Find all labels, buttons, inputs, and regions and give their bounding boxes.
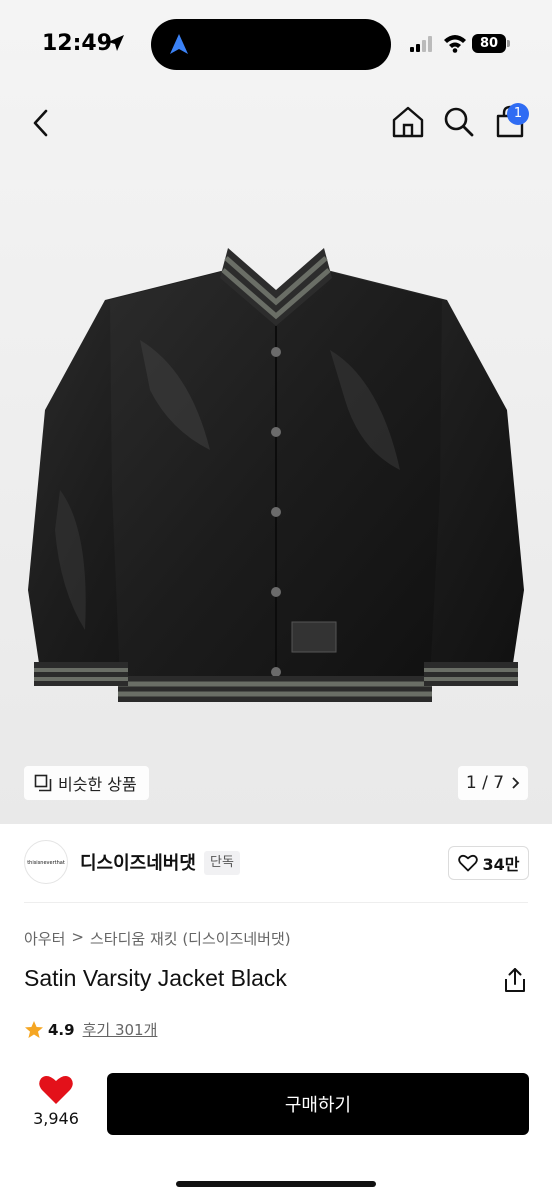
brand-like-count: 34만 (482, 855, 520, 874)
wifi-icon (444, 35, 466, 53)
search-icon[interactable] (441, 104, 477, 140)
star-icon (25, 1020, 43, 1038)
brand-logo[interactable]: thisisneverthat (24, 840, 68, 884)
cellular-signal-icon (410, 36, 436, 52)
breadcrumb: 아우터 > 스타디움 재킷 (디스이즈네버댓) (24, 928, 291, 949)
image-pager[interactable]: 1 / 7 (458, 766, 528, 800)
review-count-link[interactable]: 후기 301개 (83, 1019, 158, 1040)
brand-logo-text: thisisneverthat (27, 860, 65, 866)
navigation-arrow-icon (170, 34, 188, 54)
chevron-right-icon (512, 777, 520, 789)
product-title: Satin Varsity Jacket Black (24, 965, 287, 991)
product-image-jacket (28, 248, 524, 702)
exclusive-badge: 단독 (204, 851, 240, 875)
status-bar: 12:49 80 (0, 0, 552, 88)
brand-like-button[interactable]: 34만 (448, 846, 529, 880)
status-time: 12:49 (42, 31, 113, 56)
product-image-area[interactable]: 12:49 80 1 비슷한 상품 1 / 7 (0, 0, 552, 824)
home-indicator (176, 1181, 376, 1187)
battery-level: 80 (472, 34, 506, 53)
similar-products-label: 비슷한 상품 (58, 775, 137, 794)
divider (24, 902, 528, 903)
share-icon[interactable] (502, 966, 528, 994)
rating-score: 4.9 (48, 1020, 75, 1039)
similar-icon (34, 774, 52, 792)
breadcrumb-subcategory[interactable]: 스타디움 재킷 (디스이즈네버댓) (90, 928, 291, 949)
dynamic-island (151, 19, 391, 70)
back-button[interactable] (26, 106, 58, 140)
heart-filled-icon[interactable] (38, 1074, 74, 1106)
location-arrow-icon (108, 35, 124, 51)
rating-row: 4.9 후기 301개 (24, 1019, 157, 1040)
buy-button[interactable]: 구매하기 (107, 1073, 529, 1135)
similar-products-button[interactable]: 비슷한 상품 (24, 766, 149, 800)
cart-count-badge: 1 (507, 103, 529, 125)
image-pager-label: 1 / 7 (465, 773, 505, 793)
battery-tip (507, 40, 510, 47)
product-like-count: 3,946 (33, 1109, 79, 1128)
breadcrumb-category[interactable]: 아우터 (24, 928, 65, 949)
breadcrumb-separator: > (71, 928, 84, 946)
home-icon[interactable] (390, 104, 426, 140)
heart-outline-icon (457, 854, 478, 872)
brand-name[interactable]: 디스이즈네버댓 (80, 849, 196, 875)
